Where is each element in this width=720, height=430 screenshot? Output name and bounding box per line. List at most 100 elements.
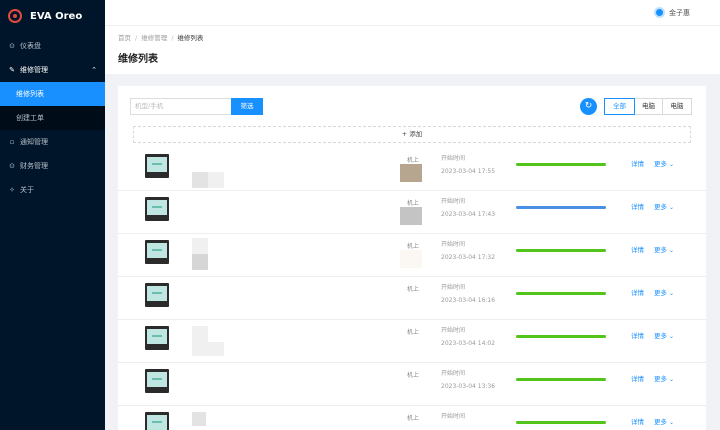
chevron-down-icon: ⌄	[669, 204, 675, 211]
more-dropdown[interactable]: 更多 ⌄	[654, 373, 674, 383]
start-time: 2023-03-04 17:43	[441, 211, 496, 218]
add-button[interactable]: + 添加	[133, 126, 691, 143]
list-card: 机型/手机 筛选 ↻ 全部 电脑 电脑 + 添加 机上 开始时间 2023-03…	[118, 86, 706, 430]
app-name: EVA Oreo	[30, 10, 83, 22]
start-time-label: 开始时间	[441, 155, 466, 162]
more-dropdown[interactable]: 更多 ⌄	[654, 330, 674, 340]
breadcrumb-repair[interactable]: 维修管理	[141, 34, 167, 42]
device-thumbnail	[145, 369, 169, 393]
wrench-icon: ✎	[9, 66, 15, 74]
sidebar-item-create-order[interactable]: 创建工单	[0, 106, 105, 130]
search-input[interactable]: 机型/手机	[130, 98, 231, 115]
detail-link[interactable]: 详情	[631, 287, 644, 297]
start-time: 2023-03-04 14:02	[441, 340, 496, 347]
redacted-text	[192, 412, 206, 426]
start-time: 2023-03-04 16:16	[441, 297, 496, 304]
sidebar-item-finance[interactable]: ⊙ 财务管理	[0, 154, 105, 178]
start-time-label: 开始时间	[441, 241, 466, 248]
sidebar-item-label: 维修管理	[20, 66, 48, 74]
progress-fill	[516, 378, 606, 381]
username: 金子惠	[669, 8, 690, 17]
avatar	[654, 7, 665, 18]
breadcrumb-home[interactable]: 首页	[118, 34, 131, 42]
redacted-text	[208, 172, 224, 188]
sidebar-item-label: 关于	[20, 186, 34, 194]
sidebar-item-about[interactable]: ✧ 关于	[0, 178, 105, 202]
brand[interactable]: EVA Oreo	[0, 0, 105, 32]
chevron-down-icon: ⌄	[669, 247, 675, 254]
redacted-swatch	[400, 207, 422, 225]
about-icon: ✧	[9, 186, 15, 194]
chevron-down-icon: ⌄	[669, 161, 675, 168]
page-header: 首页 / 维修管理 / 维修列表 维修列表	[105, 26, 720, 74]
detail-link[interactable]: 详情	[631, 244, 644, 254]
start-time-label: 开始时间	[441, 327, 466, 334]
list-item[interactable]: 机上 开始时间 2023-03-04 14:02 详情 更多 ⌄	[118, 320, 706, 363]
progress-fill	[516, 249, 606, 252]
chevron-up-icon: ⌃	[91, 66, 97, 74]
logo-icon	[8, 9, 22, 23]
breadcrumb-separator: /	[171, 34, 174, 42]
redacted-text	[192, 342, 208, 356]
device-tag: 机上	[407, 157, 420, 164]
progress-fill	[516, 163, 606, 166]
list-item[interactable]: 机上 开始时间 2023-03-04 17:43 详情 更多 ⌄	[118, 191, 706, 234]
sidebar-item-notice[interactable]: ▫ 通知管理	[0, 130, 105, 154]
device-tag: 机上	[407, 200, 420, 207]
sidebar-item-repair-list[interactable]: 维修列表	[0, 82, 105, 106]
more-label: 更多	[654, 246, 667, 254]
sidebar-item-repair[interactable]: ✎ 维修管理 ⌃	[0, 58, 105, 82]
list-item[interactable]: 机上 开始时间 2023-03-04 17:32 详情 更多 ⌄	[118, 234, 706, 277]
redacted-text	[192, 172, 208, 188]
device-tag: 机上	[407, 415, 420, 422]
sidebar-item-label: 财务管理	[20, 162, 48, 170]
sidebar-item-dashboard[interactable]: ⊙ 仪表盘	[0, 34, 105, 58]
breadcrumb-separator: /	[135, 34, 138, 42]
refresh-icon[interactable]: ↻	[580, 98, 597, 115]
segment-computer[interactable]: 电脑	[634, 98, 663, 115]
device-tag: 机上	[407, 243, 420, 250]
finance-icon: ⊙	[9, 162, 15, 170]
notice-icon: ▫	[9, 138, 15, 146]
more-dropdown[interactable]: 更多 ⌄	[654, 158, 674, 168]
sidebar: EVA Oreo ⊙ 仪表盘 ✎ 维修管理 ⌃ 维修列表 创建工单 ▫ 通知管理…	[0, 0, 105, 430]
more-dropdown[interactable]: 更多 ⌄	[654, 287, 674, 297]
redacted-text	[192, 326, 208, 342]
detail-link[interactable]: 详情	[631, 373, 644, 383]
detail-link[interactable]: 详情	[631, 158, 644, 168]
user-menu[interactable]: 金子惠	[654, 7, 690, 18]
progress-bar	[516, 421, 606, 424]
detail-link[interactable]: 详情	[631, 416, 644, 426]
more-label: 更多	[654, 289, 667, 297]
progress-bar	[516, 163, 606, 166]
filter-button[interactable]: 筛选	[231, 98, 263, 115]
progress-fill	[516, 206, 606, 209]
list-item[interactable]: 机上 开始时间 详情 更多 ⌄	[118, 406, 706, 430]
sidebar-item-label: 创建工单	[16, 114, 44, 122]
device-tag: 机上	[407, 372, 420, 379]
chevron-down-icon: ⌄	[669, 333, 675, 340]
start-time: 2023-03-04 13:36	[441, 383, 496, 390]
list-item[interactable]: 机上 开始时间 2023-03-04 17:55 详情 更多 ⌄	[118, 148, 706, 191]
more-label: 更多	[654, 203, 667, 211]
more-dropdown[interactable]: 更多 ⌄	[654, 416, 674, 426]
repair-list: 机上 开始时间 2023-03-04 17:55 详情 更多 ⌄ 机上 开始时间 …	[118, 148, 706, 430]
progress-fill	[516, 292, 606, 295]
segment-all[interactable]: 全部	[604, 98, 635, 115]
start-time: 2023-03-04 17:32	[441, 254, 496, 261]
repair-submenu: 维修列表 创建工单	[0, 82, 105, 130]
detail-link[interactable]: 详情	[631, 201, 644, 211]
progress-bar	[516, 206, 606, 209]
list-item[interactable]: 机上 开始时间 2023-03-04 13:36 详情 更多 ⌄	[118, 363, 706, 406]
detail-link[interactable]: 详情	[631, 330, 644, 340]
list-item[interactable]: 机上 开始时间 2023-03-04 16:16 详情 更多 ⌄	[118, 277, 706, 320]
more-label: 更多	[654, 418, 667, 426]
device-thumbnail	[145, 197, 169, 221]
more-dropdown[interactable]: 更多 ⌄	[654, 201, 674, 211]
segment-computer-2[interactable]: 电脑	[662, 98, 692, 115]
sidebar-menu: ⊙ 仪表盘 ✎ 维修管理 ⌃ 维修列表 创建工单 ▫ 通知管理 ⊙ 财务管理 ✧…	[0, 34, 105, 202]
chevron-down-icon: ⌄	[669, 376, 675, 383]
device-thumbnail	[145, 240, 169, 264]
page-title: 维修列表	[118, 54, 158, 65]
more-dropdown[interactable]: 更多 ⌄	[654, 244, 674, 254]
